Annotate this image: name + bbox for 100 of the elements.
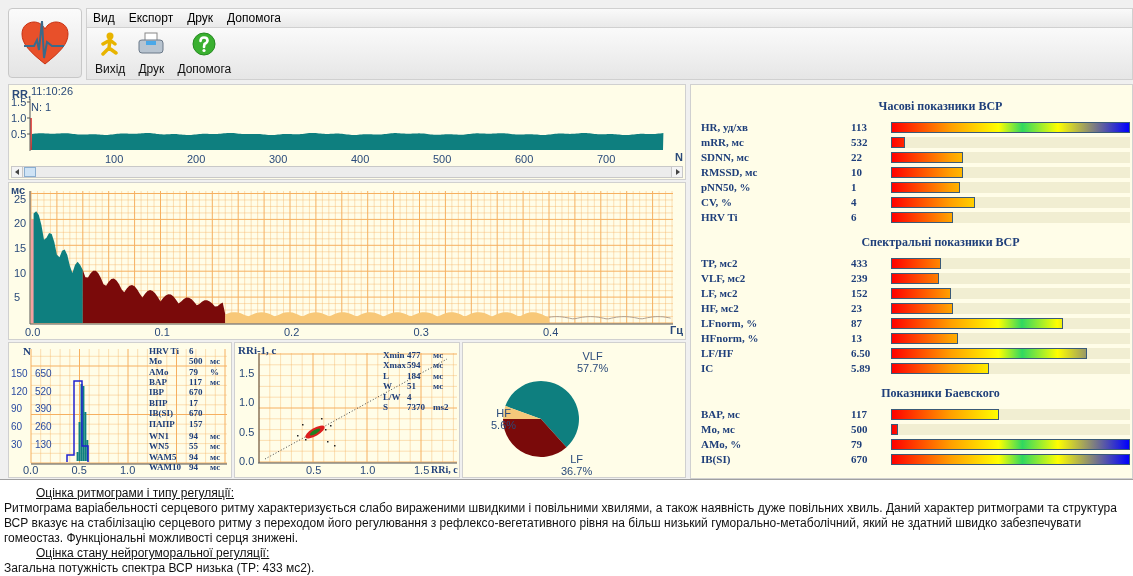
indicator-label: HRV Ti	[701, 210, 739, 226]
tick-label: 0.1	[154, 326, 170, 338]
tick-label: 0.0	[23, 464, 39, 476]
slice-label: HF	[496, 406, 511, 419]
slice-value: 36.7%	[561, 464, 593, 477]
tick-label: 130	[35, 439, 52, 450]
tick-label: 520	[35, 386, 52, 397]
stat-value: 594	[407, 361, 421, 371]
stat-unit: мс	[433, 350, 444, 360]
indicator-label: Mo, мс	[701, 422, 736, 438]
scrollbar[interactable]	[11, 165, 683, 178]
stat-label: WN5	[149, 442, 169, 452]
tick-label: 150	[11, 368, 28, 379]
menu-item[interactable]: Експорт	[128, 9, 174, 27]
indicator-label: VLF, мс2	[701, 271, 747, 287]
scroll-right-icon[interactable]	[671, 166, 682, 177]
indicator-label: HF, мс2	[701, 301, 740, 317]
stat-label: AMo	[149, 367, 169, 377]
stat-unit: мс	[433, 371, 444, 381]
toolbar-button[interactable]: Допомога	[175, 29, 234, 78]
tick-label: 60	[11, 422, 23, 433]
tick-label: 0.0	[239, 456, 255, 468]
menu-item[interactable]: Друк	[187, 9, 214, 27]
tick-label: 0.3	[413, 326, 429, 338]
indicator-value: 10	[851, 165, 863, 181]
indicator-value: 152	[851, 286, 869, 302]
scroll-left-icon[interactable]	[12, 166, 23, 177]
stat-value: 51	[407, 382, 416, 392]
tick-label: 200	[187, 153, 206, 165]
report-paragraph: Ритмограма варіабельності серцевого ритму характеризується слабо вираженими швидкими і повільними хвилями, а також наявність дуже повільних хвиль. Даний характер ритмограми та структура ВСР вказує на стабілізацію серцевого ритму з переходом його регулювання з рефлексо-вегетативного рівня на більш низький гуморально-метаболічний, який не здатний швидко забезпечувати гомеостаз. Функціональні можливості серця знижені.	[4, 501, 1118, 546]
indicator-value: 5.89	[851, 361, 872, 377]
tick-label: 0.5	[239, 426, 255, 438]
indicator-label: pNN50, %	[701, 180, 752, 196]
stat-unit: мс	[210, 357, 221, 367]
tick-label: 20	[14, 218, 27, 230]
tick-label: 600	[515, 153, 534, 165]
tick-label: 650	[35, 368, 52, 379]
y-axis	[26, 98, 31, 152]
indicator-label: HR, уд/хв	[701, 120, 749, 136]
axis-label: N	[23, 345, 31, 357]
indicator-value: 500	[851, 422, 869, 438]
axis-label: RRi-1, c	[238, 344, 277, 356]
indicator-value: 6.50	[851, 346, 872, 362]
tick-label: 390	[35, 404, 52, 415]
stat-label: L	[383, 371, 389, 381]
stat-value: 477	[407, 350, 421, 360]
stat-label: WAM5	[149, 452, 177, 462]
tick-label: 1.5	[414, 464, 430, 476]
toolbar-button[interactable]: Вихід	[93, 29, 128, 78]
stat-unit: ms2	[433, 403, 449, 413]
stat-label: Xmax	[383, 361, 406, 371]
indicator-label: AMo, %	[701, 437, 743, 453]
tick-label: 400	[351, 153, 370, 165]
stat-label: WN1	[149, 432, 169, 442]
tick-label: 500	[433, 153, 452, 165]
indicator-value: 6	[851, 210, 858, 226]
indicator-value: 532	[851, 135, 869, 151]
tick-label: 260	[35, 422, 52, 433]
slice-value: 5.6%	[491, 418, 517, 431]
stat-unit: мс	[210, 463, 221, 473]
stat-value: 7370	[407, 403, 425, 413]
indicator-label: RMSSD, мс	[701, 165, 759, 181]
slice-label: LF	[570, 452, 583, 465]
indicator-value: 87	[851, 316, 863, 332]
stat-unit: мс	[210, 378, 221, 388]
scroll-thumb[interactable]	[24, 166, 36, 177]
stat-label: BAP	[149, 378, 167, 388]
section-title: Часові показники ВСР	[877, 97, 1004, 115]
printer-icon	[137, 31, 166, 56]
tick-label: 0.5	[11, 128, 27, 140]
menu-item[interactable]: Допомога	[227, 9, 281, 27]
stat-label: L/W	[383, 392, 401, 402]
indicator-value: 433	[851, 256, 869, 272]
toolbar-button[interactable]: Друк	[135, 29, 168, 78]
axis-label: RRi, c	[431, 464, 458, 475]
axis-label: N	[675, 151, 683, 163]
axis-label: Гц	[670, 324, 683, 336]
tick-label: 0.4	[543, 326, 559, 338]
logo-tile[interactable]	[8, 8, 82, 78]
stat-value: 670	[189, 388, 203, 398]
stat-unit: мс	[210, 452, 221, 462]
tick-label: 0.5	[71, 464, 87, 476]
indicator-value: 670	[851, 452, 869, 468]
section-title: Спектральні показники ВСР	[860, 233, 1021, 251]
stat-unit: мс	[433, 382, 444, 392]
indicator-value: 79	[851, 437, 863, 453]
indicator-value: 13	[851, 331, 863, 347]
indicator-value: 239	[851, 271, 869, 287]
menu-item[interactable]: Вид	[93, 9, 115, 27]
tick-label: 0.2	[284, 326, 300, 338]
counter-label: N: 1	[31, 101, 52, 113]
tick-label: 1.0	[239, 397, 255, 409]
stat-value: 94	[189, 432, 198, 442]
stat-unit: мс	[210, 432, 221, 442]
time-label: 11:10:26	[31, 85, 73, 97]
stat-value: 157	[189, 419, 203, 429]
tick-label: 100	[105, 153, 124, 165]
slice-value: 57.7%	[577, 361, 609, 374]
indicator-label: IB(SI)	[701, 452, 732, 468]
stat-label: Xmin	[383, 350, 405, 360]
